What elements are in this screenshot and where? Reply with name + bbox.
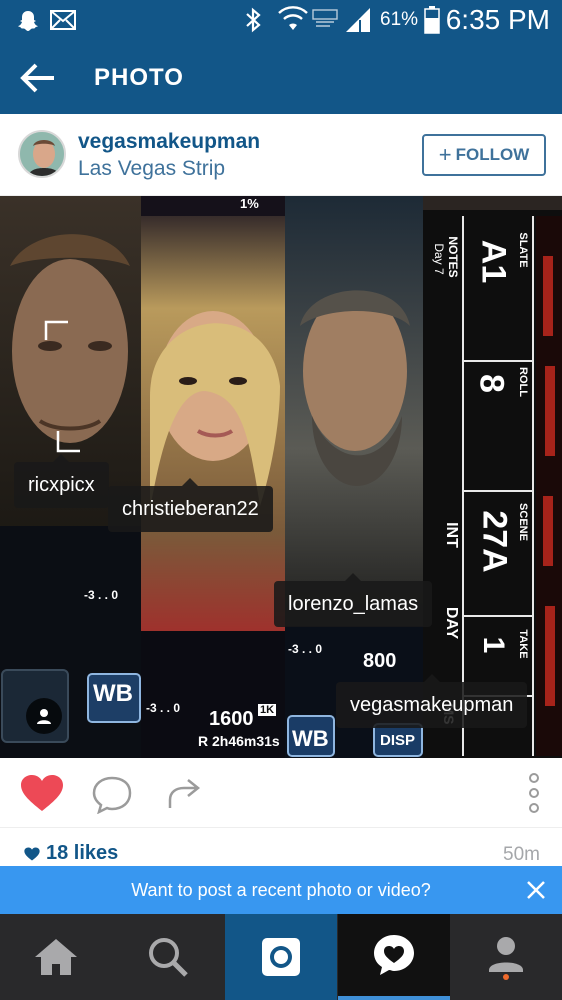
heart-icon[interactable] [20, 774, 64, 812]
more-options-icon[interactable] [526, 772, 542, 814]
int-label: INT [443, 522, 460, 548]
recent-photo-banner[interactable]: Want to post a recent photo or video? [0, 866, 562, 914]
signal-icon [346, 8, 370, 32]
panel2-remaining: R 2h46m31s [198, 733, 280, 749]
tab-profile[interactable] [450, 914, 562, 1000]
activity-icon [374, 935, 414, 975]
plus-icon: + [438, 142, 452, 167]
battery-percent: 61% [380, 9, 419, 30]
close-icon[interactable] [524, 878, 548, 902]
app-screen: 61% 6:35 PM PHOTO vegasmakeupman Las Veg… [0, 0, 562, 1000]
data-icon [312, 9, 338, 27]
slate-notes-label: NOTES [446, 236, 460, 278]
tab-camera[interactable] [225, 914, 337, 1000]
panel1-meter: -3 . . 0 [84, 588, 119, 602]
take-label: TAKE [517, 629, 529, 659]
search-icon [149, 938, 188, 977]
likes-text: 18 likes [46, 842, 119, 864]
small-heart-icon [24, 846, 40, 861]
page-title: PHOTO [94, 64, 184, 91]
back-arrow-icon[interactable] [18, 58, 58, 98]
post-actions [0, 758, 562, 828]
photo-panel-3 [285, 196, 423, 758]
panel3-wb: WB [292, 726, 329, 751]
tab-search[interactable] [112, 914, 224, 1000]
panel2-status-text: 1% [240, 196, 259, 211]
roll-label: ROLL [517, 367, 529, 397]
post-time-ago: 50m [503, 844, 540, 865]
post-header: vegasmakeupman Las Vegas Strip + FOLLOW [0, 114, 562, 196]
slate-text-group: NOTES Day 7 SLATE A1 ROLL 8 SCENE 27A IN… [423, 196, 562, 758]
follow-label: FOLLOW [455, 145, 530, 164]
slate-label: SLATE [517, 232, 529, 268]
photo-tag-ricxpicx[interactable]: ricxpicx [14, 454, 109, 508]
tab-activity[interactable] [338, 914, 450, 1000]
likes-row: 18 likes 50m [0, 830, 562, 866]
panel2-meter: -3 . . 0 [146, 701, 181, 715]
likes-count[interactable]: 18 likes [24, 842, 118, 865]
mail-icon [50, 10, 76, 30]
tab-home[interactable] [0, 914, 112, 1000]
banner-text: Want to post a recent photo or video? [131, 880, 431, 900]
post-location[interactable]: Las Vegas Strip [78, 157, 225, 181]
follow-button[interactable]: + FOLLOW [422, 134, 546, 176]
clock: 6:35 PM [445, 4, 550, 35]
photo-tag-christieberan22[interactable]: christieberan22 [108, 478, 273, 532]
avatar[interactable] [18, 130, 66, 178]
panel2-iso-badge: 1K [258, 704, 277, 716]
post-username[interactable]: vegasmakeupman [78, 130, 260, 154]
bluetooth-icon [246, 7, 261, 33]
post-photo[interactable]: 1% -3 . . 0 WB -3 . . 0 1600 1K R 2h46m3… [0, 196, 562, 758]
home-icon [35, 939, 77, 975]
panel3-disp: DISP [380, 732, 416, 749]
battery-icon [424, 6, 440, 34]
take-value: 1 [477, 636, 510, 654]
comment-icon[interactable] [92, 776, 132, 814]
status-bar: 61% 6:35 PM [0, 0, 562, 40]
wifi-icon [278, 6, 308, 30]
app-header: PHOTO [0, 40, 562, 114]
camera-icon [262, 938, 300, 976]
share-icon[interactable] [168, 778, 202, 810]
roll-value: 8 [472, 374, 511, 393]
day-label: DAY [443, 606, 460, 640]
slate-value: A1 [474, 239, 513, 284]
photo-tag-lorenzo-lamas[interactable]: lorenzo_lamas [274, 573, 433, 627]
avatar-image [20, 132, 64, 176]
snapchat-ghost-icon [18, 11, 38, 31]
photo-tag-vegasmakeupman[interactable]: vegasmakeupman [336, 674, 528, 728]
panel3-iso: 800 [363, 650, 397, 672]
scene-label: SCENE [517, 503, 529, 541]
scene-value: 27A [475, 510, 514, 573]
panel2-iso: 1600 [209, 708, 254, 730]
bottom-tab-bar [0, 914, 562, 1000]
profile-icon [489, 937, 523, 980]
panel3-meter: -3 . . 0 [288, 642, 323, 656]
person-icon [37, 709, 51, 724]
slate-day7-text: Day 7 [432, 243, 446, 275]
panel1-wb: WB [93, 680, 133, 707]
tagged-people-button[interactable] [26, 698, 62, 734]
photo-panel-2 [141, 196, 285, 758]
